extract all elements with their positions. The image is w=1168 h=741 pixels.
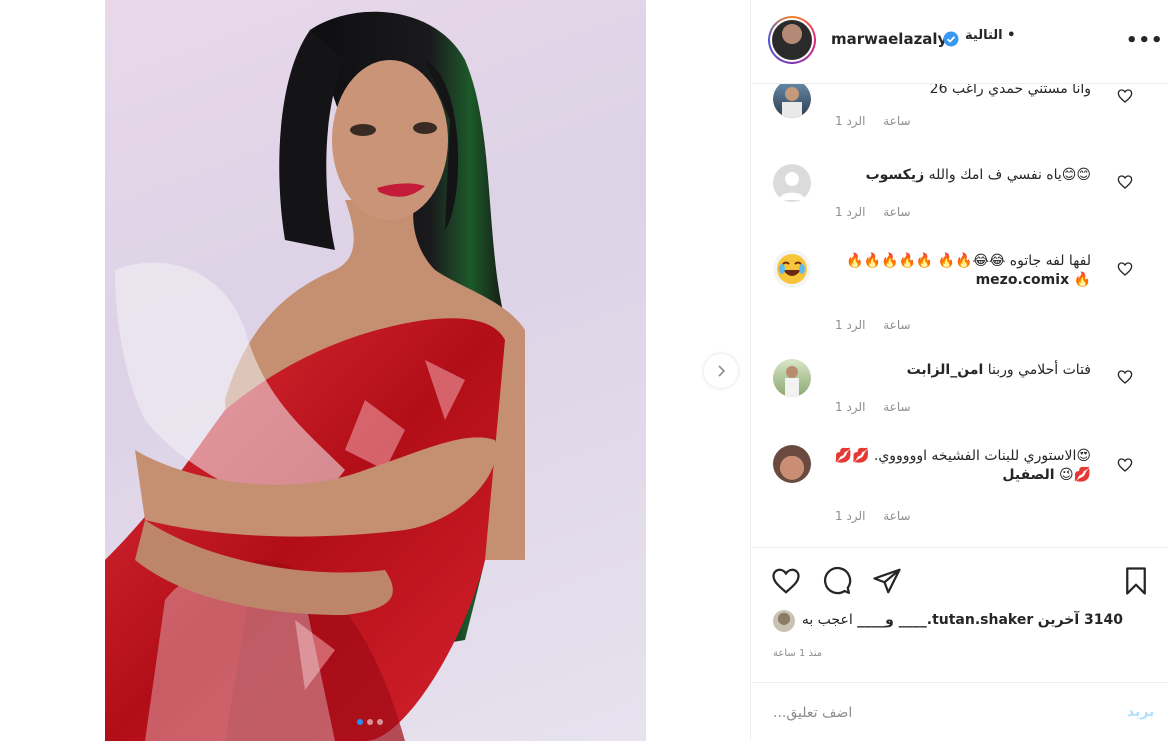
comment-text: 😊😊ياه نفسي ف امك والله زيكسوب <box>865 167 1091 183</box>
comment-like-heart-icon[interactable] <box>1117 261 1133 277</box>
comment-username[interactable]: زيكسوب <box>866 167 925 183</box>
default-avatar-icon <box>779 172 805 200</box>
comment-meta: 1 ساعة الرد <box>835 318 925 332</box>
liker-avatar[interactable] <box>773 610 795 632</box>
share-send-icon[interactable] <box>872 566 902 596</box>
comment-text: لفها لفه جاتوه 😂😂🔥🔥 🔥🔥🔥🔥🔥🔥 mezo.comix <box>846 253 1091 288</box>
post-timestamp[interactable]: منذ 1 ساعة <box>773 648 822 659</box>
reply-button[interactable]: الرد <box>846 205 865 219</box>
comment-meta: 1 ساعة الرد <box>835 114 925 128</box>
follow-button[interactable]: التالية • <box>965 28 1015 43</box>
reply-button[interactable]: الرد <box>846 509 865 523</box>
author-avatar[interactable] <box>768 16 816 64</box>
more-options-icon[interactable]: ••• <box>1126 30 1164 51</box>
comment-input[interactable] <box>773 702 1103 724</box>
comment-avatar[interactable] <box>773 84 811 118</box>
comment-like-heart-icon[interactable] <box>1117 88 1133 104</box>
post-photo[interactable] <box>105 0 646 741</box>
comment-avatar[interactable] <box>773 359 811 397</box>
carousel-dot <box>367 719 373 725</box>
post-comment-button[interactable]: بريد <box>1127 704 1154 720</box>
carousel-dot <box>357 719 363 725</box>
post-action-bar <box>751 548 1168 608</box>
verified-badge-icon <box>943 31 959 47</box>
comment-username[interactable]: mezo.comix <box>976 272 1070 288</box>
save-bookmark-icon[interactable] <box>1121 566 1151 596</box>
likes-text[interactable]: 3140 آخرين tutan.shaker.____ و____ اعجب … <box>802 612 1123 628</box>
comment-like-heart-icon[interactable] <box>1117 457 1133 473</box>
carousel-indicator <box>357 719 383 725</box>
comment-text: وانا مستني حمدي راغب 26 <box>929 84 1091 97</box>
chevron-right-icon <box>718 365 726 377</box>
comment-meta: 1 ساعة الرد <box>835 400 925 414</box>
photo-illustration <box>105 11 525 741</box>
instagram-post-view: marwaelazaly التالية • ••• وانا مستني حم… <box>0 0 1168 741</box>
carousel-dot <box>377 719 383 725</box>
comment-like-heart-icon[interactable] <box>1117 174 1133 190</box>
carousel-next-button[interactable] <box>704 354 738 388</box>
comment-bubble-icon[interactable] <box>822 566 852 596</box>
reply-button[interactable]: الرد <box>846 318 865 332</box>
reply-button[interactable]: الرد <box>846 114 865 128</box>
post-header: marwaelazaly التالية • ••• <box>751 0 1168 84</box>
likes-summary: 3140 آخرين tutan.shaker.____ و____ اعجب … <box>751 606 1168 636</box>
author-username[interactable]: marwaelazaly <box>831 30 947 48</box>
comment-meta: 1 ساعة الرد <box>835 509 925 523</box>
comment-meta: 1 ساعة الرد <box>835 205 925 219</box>
comment-like-heart-icon[interactable] <box>1117 369 1133 385</box>
post-side-panel: marwaelazaly التالية • ••• وانا مستني حم… <box>750 0 1168 741</box>
like-heart-icon[interactable] <box>771 566 801 596</box>
comment-username[interactable]: الصفيل <box>1002 467 1054 483</box>
reply-button[interactable]: الرد <box>846 400 865 414</box>
comment-username[interactable]: امن_الزابت <box>907 362 984 378</box>
comment-avatar[interactable] <box>773 250 811 288</box>
photo-area <box>0 0 750 741</box>
laughing-emoji-icon <box>777 254 807 284</box>
comment-text: 😍الاستوري للبنات الفشيخه اوووووي. 💋💋💋😉 ا… <box>834 448 1091 483</box>
comment-avatar[interactable] <box>773 445 811 483</box>
add-comment-bar: بريد <box>751 682 1168 741</box>
comment-avatar[interactable] <box>773 164 811 202</box>
comment-text: فتات أحلامي وربنا امن_الزابت <box>906 362 1091 378</box>
comments-list[interactable]: وانا مستني حمدي راغب 26 1 ساعة الرد 😊😊يا… <box>751 84 1168 548</box>
